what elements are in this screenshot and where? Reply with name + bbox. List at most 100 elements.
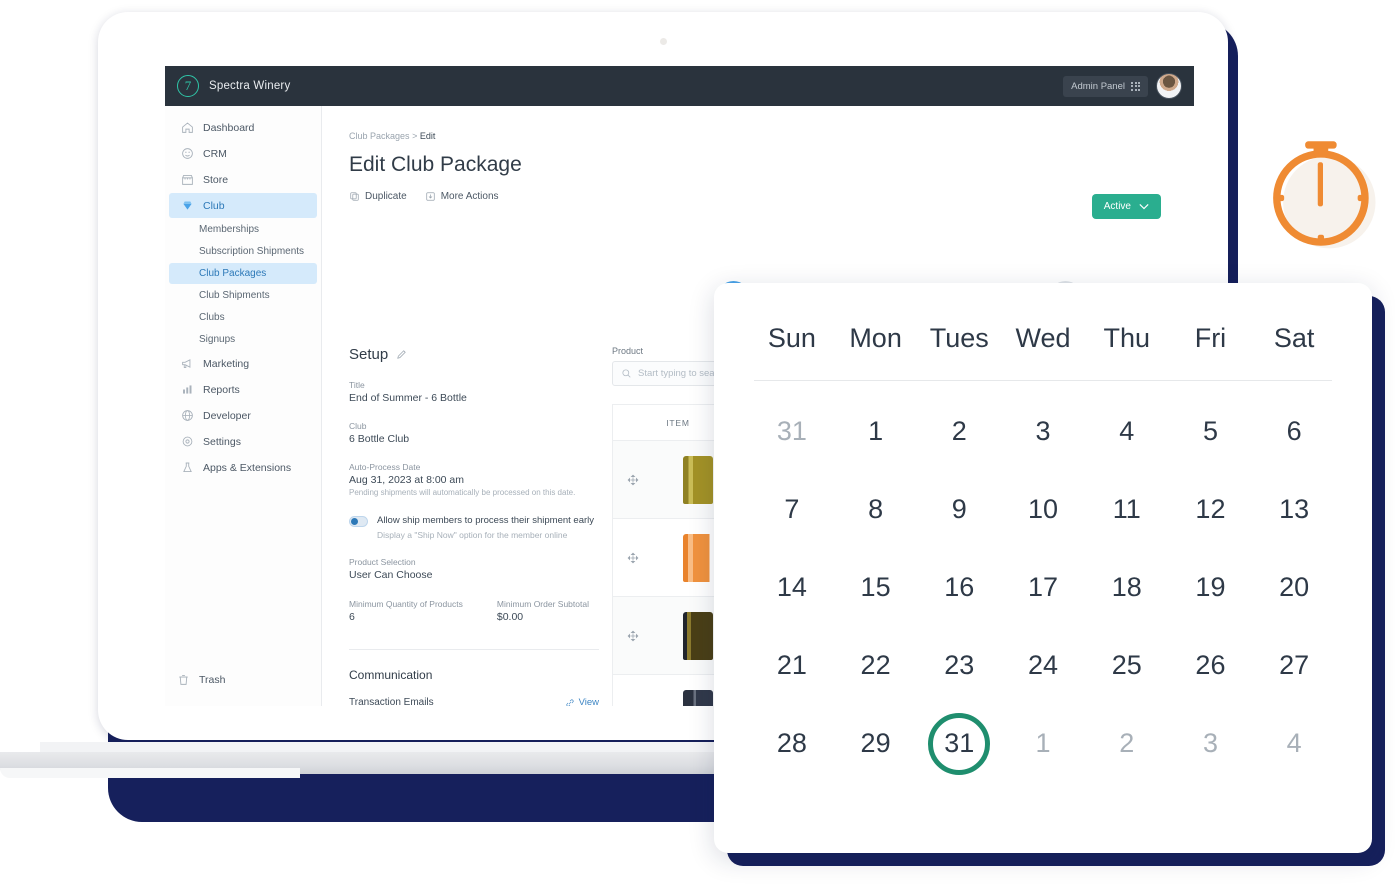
more-actions-button[interactable]: More Actions bbox=[425, 191, 499, 202]
gear-icon bbox=[182, 436, 193, 447]
calendar-day[interactable]: 16 bbox=[917, 559, 1001, 615]
sidebar-item-store[interactable]: Store bbox=[169, 167, 317, 192]
trash-icon bbox=[179, 675, 188, 685]
calendar-day[interactable]: 3 bbox=[1169, 715, 1253, 771]
field-min-quantity: Minimum Quantity of Products 6 bbox=[349, 599, 463, 623]
sidebar-item-apps-extensions[interactable]: Apps & Extensions bbox=[169, 455, 317, 480]
calendar-day[interactable]: 24 bbox=[1001, 637, 1085, 693]
calendar-day[interactable]: 20 bbox=[1252, 559, 1336, 615]
breadcrumb-current: Edit bbox=[419, 131, 436, 141]
calendar-day[interactable]: 5 bbox=[1169, 403, 1253, 459]
calendar-day[interactable]: 18 bbox=[1085, 559, 1169, 615]
calendar-day[interactable]: 27 bbox=[1252, 637, 1336, 693]
calendar-day[interactable]: 14 bbox=[750, 559, 834, 615]
bar-chart-icon bbox=[183, 385, 192, 394]
calendar-day[interactable]: 22 bbox=[834, 637, 918, 693]
calendar-week-row: 28 29 31 1 2 3 4 bbox=[750, 712, 1336, 775]
sidebar-item-dashboard[interactable]: Dashboard bbox=[169, 115, 317, 140]
calendar-day[interactable]: 29 bbox=[834, 715, 918, 771]
sidebar-item-label: Developer bbox=[203, 409, 251, 422]
calendar-day[interactable]: 8 bbox=[834, 481, 918, 537]
drag-handle-icon[interactable] bbox=[613, 474, 653, 486]
sidebar-subitem-club-packages[interactable]: Club Packages bbox=[169, 263, 317, 284]
calendar-day[interactable]: 1 bbox=[1001, 715, 1085, 771]
drag-handle-icon[interactable] bbox=[613, 630, 653, 642]
section-divider bbox=[349, 649, 599, 650]
sidebar-item-reports[interactable]: Reports bbox=[169, 377, 317, 402]
calendar-day[interactable]: 11 bbox=[1085, 481, 1169, 537]
day-name-mon: Mon bbox=[849, 323, 902, 353]
calendar-day[interactable]: 12 bbox=[1169, 481, 1253, 537]
brand[interactable]: 7 Spectra Winery bbox=[177, 75, 290, 97]
calendar-day[interactable]: 26 bbox=[1169, 637, 1253, 693]
calendar-day[interactable]: 10 bbox=[1001, 481, 1085, 537]
page-title: Edit Club Package bbox=[349, 153, 522, 176]
duplicate-label: Duplicate bbox=[365, 191, 407, 202]
sidebar-subitem-clubs[interactable]: Clubs bbox=[169, 307, 317, 328]
day-name-wed: Wed bbox=[1015, 323, 1071, 353]
calendar-day[interactable]: 28 bbox=[750, 715, 834, 771]
calendar-day[interactable]: 6 bbox=[1252, 403, 1336, 459]
sidebar-subitem-club-shipments[interactable]: Club Shipments bbox=[169, 285, 317, 306]
view-emails-link[interactable]: View bbox=[565, 697, 599, 706]
duplicate-button[interactable]: Duplicate bbox=[349, 191, 407, 202]
smiley-icon bbox=[182, 148, 193, 159]
calendar-day[interactable]: 19 bbox=[1169, 559, 1253, 615]
calendar-day[interactable]: 2 bbox=[917, 403, 1001, 459]
sidebar: Dashboard CRM Store Club Memberships Sub… bbox=[165, 106, 322, 706]
calendar-day[interactable]: 31 bbox=[750, 403, 834, 459]
day-name-sun: Sun bbox=[767, 323, 816, 353]
calendar-card: Sun Mon Tues Wed Thu Fri Sat 31 1 2 3 4 … bbox=[714, 283, 1372, 853]
calendar-day[interactable]: 13 bbox=[1252, 481, 1336, 537]
calendar-day[interactable]: 21 bbox=[750, 637, 834, 693]
ship-early-sublabel: Display a "Ship Now" option for the memb… bbox=[377, 530, 568, 540]
sidebar-item-developer[interactable]: Developer bbox=[169, 403, 317, 428]
day-name-thu: Thu bbox=[1103, 323, 1150, 353]
sidebar-item-settings[interactable]: Settings bbox=[169, 429, 317, 454]
calendar-day[interactable]: 15 bbox=[834, 559, 918, 615]
calendar-day[interactable]: 23 bbox=[917, 637, 1001, 693]
calendar-day[interactable]: 17 bbox=[1001, 559, 1085, 615]
sidebar-item-club[interactable]: Club bbox=[169, 193, 317, 218]
calendar-day[interactable]: 7 bbox=[750, 481, 834, 537]
auto-process-value: Aug 31, 2023 at 8:00 am bbox=[349, 474, 465, 486]
sidebar-item-trash[interactable]: Trash bbox=[165, 667, 321, 692]
calendar-day[interactable]: 9 bbox=[917, 481, 1001, 537]
calendar-day[interactable]: 4 bbox=[1252, 715, 1336, 771]
field-title-value: End of Summer - 6 Bottle bbox=[349, 392, 467, 404]
calendar-day[interactable]: 2 bbox=[1085, 715, 1169, 771]
avatar[interactable] bbox=[1156, 73, 1182, 99]
spectra-logo-icon: 7 bbox=[177, 75, 199, 97]
day-name-sat: Sat bbox=[1273, 323, 1315, 353]
calendar-day[interactable]: 4 bbox=[1085, 403, 1169, 459]
sidebar-subitem-memberships[interactable]: Memberships bbox=[169, 219, 317, 240]
field-auto-process-date: Auto-Process Date Aug 31, 2023 at 8:00 a… bbox=[349, 462, 599, 497]
admin-panel-label: Admin Panel bbox=[1071, 80, 1125, 92]
calendar-day-selected[interactable]: 31 bbox=[917, 712, 1001, 775]
sidebar-subitem-subscription-shipments[interactable]: Subscription Shipments bbox=[169, 241, 317, 262]
ship-early-label: Allow ship members to process their ship… bbox=[377, 515, 595, 526]
calendar-day[interactable]: 1 bbox=[834, 403, 918, 459]
sidebar-item-label: CRM bbox=[203, 147, 227, 160]
sidebar-subitem-signups[interactable]: Signups bbox=[169, 329, 317, 350]
setup-panel: Setup Title End of Summer - 6 Bottle Clu… bbox=[349, 346, 599, 706]
calendar-day[interactable]: 3 bbox=[1001, 403, 1085, 459]
breadcrumb-parent[interactable]: Club Packages bbox=[349, 131, 410, 141]
field-title: Title End of Summer - 6 Bottle bbox=[349, 380, 599, 404]
drag-handle-icon[interactable] bbox=[613, 552, 653, 564]
pencil-icon[interactable] bbox=[396, 349, 407, 360]
sidebar-item-marketing[interactable]: Marketing bbox=[169, 351, 317, 376]
day-name-fri: Fri bbox=[1194, 323, 1227, 353]
sidebar-item-label: Apps & Extensions bbox=[203, 461, 292, 474]
laptop-base-lip bbox=[0, 768, 300, 778]
sidebar-item-crm[interactable]: CRM bbox=[169, 141, 317, 166]
globe-icon bbox=[182, 410, 193, 421]
status-badge[interactable]: Active bbox=[1091, 194, 1161, 219]
admin-panel-button[interactable]: Admin Panel bbox=[1063, 75, 1148, 97]
setup-heading: Setup bbox=[349, 346, 389, 363]
calendar-week-row: 31 1 2 3 4 5 6 bbox=[750, 403, 1336, 459]
min-subtotal-label: Minimum Order Subtotal bbox=[496, 599, 589, 609]
ship-early-toggle[interactable] bbox=[349, 516, 368, 527]
setup-heading-row: Setup bbox=[349, 346, 599, 363]
calendar-day[interactable]: 25 bbox=[1085, 637, 1169, 693]
